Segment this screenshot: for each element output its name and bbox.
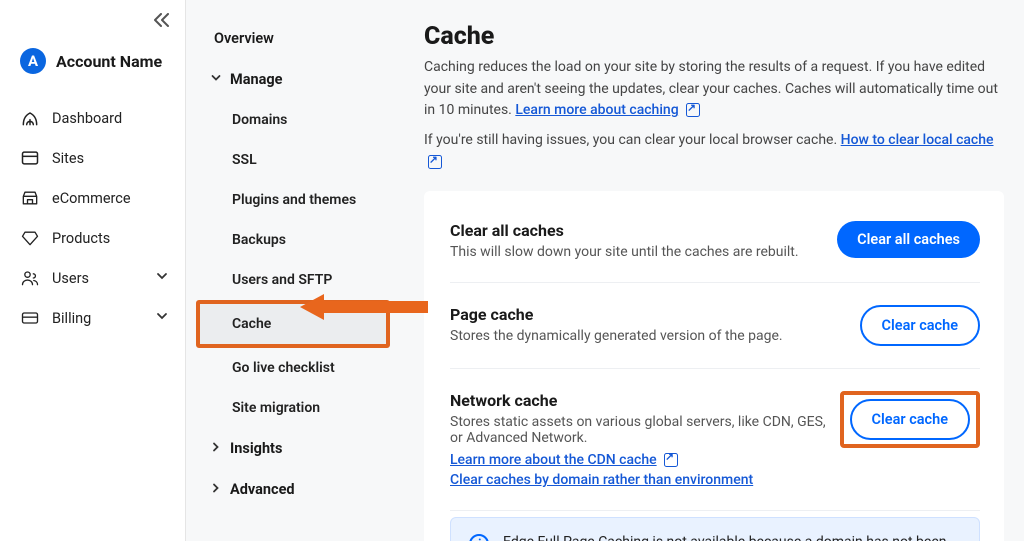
sidebar-item-products[interactable]: Products xyxy=(20,218,169,258)
external-link-icon xyxy=(686,103,700,117)
chevron-right-icon xyxy=(210,481,222,498)
sidebar-item-dashboard[interactable]: Dashboard xyxy=(20,98,169,138)
nav-label: Billing xyxy=(52,310,91,327)
clear-network-cache-button[interactable]: Clear cache xyxy=(850,399,970,440)
chevrons-left-icon xyxy=(153,13,171,27)
main-content: Cache Caching reduces the load on your s… xyxy=(396,0,1024,541)
clear-page-cache-button[interactable]: Clear cache xyxy=(860,305,980,346)
nav-label: Dashboard xyxy=(52,110,122,127)
learn-cdn-cache-link[interactable]: Learn more about the CDN cache xyxy=(450,452,657,468)
sidebar-item-sites[interactable]: Sites xyxy=(20,138,169,178)
external-link-icon xyxy=(428,155,442,169)
chevron-down-icon xyxy=(210,71,222,88)
section-title: Clear all caches xyxy=(450,221,799,240)
svg-text:A: A xyxy=(28,52,39,70)
subnav-item-users-sftp[interactable]: Users and SFTP xyxy=(196,260,390,300)
nav-label: eCommerce xyxy=(52,190,131,207)
subnav-overview[interactable]: Overview xyxy=(196,18,390,59)
section-desc: Stores the dynamically generated version… xyxy=(450,328,783,344)
section-desc: Stores static assets on various global s… xyxy=(450,414,840,446)
page-title: Cache xyxy=(424,22,1004,51)
group-label: Manage xyxy=(230,71,282,88)
group-label: Insights xyxy=(230,440,282,457)
chevron-down-icon xyxy=(155,309,169,327)
section-title: Page cache xyxy=(450,305,783,324)
billing-icon xyxy=(20,308,40,328)
collapse-sidebar-button[interactable] xyxy=(153,12,171,31)
subnav-group-advanced[interactable]: Advanced xyxy=(196,469,390,510)
sidebar-item-ecommerce[interactable]: eCommerce xyxy=(20,178,169,218)
account-name-label: Account Name xyxy=(56,52,162,71)
primary-sidebar: A Account Name Dashboard Sites eCommerce… xyxy=(0,0,186,541)
how-to-clear-local-link[interactable]: How to clear local cache xyxy=(841,132,994,148)
storefront-icon xyxy=(20,188,40,208)
subnav-item-domains[interactable]: Domains xyxy=(196,100,390,140)
section-desc: This will slow down your site until the … xyxy=(450,244,799,260)
subnav-item-cache[interactable]: Cache xyxy=(196,300,390,348)
section-page-cache: Page cache Stores the dynamically genera… xyxy=(450,283,980,369)
sidebar-item-billing[interactable]: Billing xyxy=(20,298,169,338)
section-network-cache: Network cache Stores static assets on va… xyxy=(450,369,980,511)
settings-subnav: Overview Manage Domains SSL Plugins and … xyxy=(186,0,396,541)
info-icon: i xyxy=(469,534,489,541)
cache-card: Clear all caches This will slow down you… xyxy=(424,191,1004,541)
diamond-icon xyxy=(20,228,40,248)
dashboard-icon xyxy=(20,108,40,128)
section-title: Network cache xyxy=(450,391,840,410)
subnav-item-plugins[interactable]: Plugins and themes xyxy=(196,180,390,220)
group-label: Advanced xyxy=(230,481,295,498)
subnav-group-manage[interactable]: Manage xyxy=(196,59,390,100)
annotation-highlight-box: Clear cache xyxy=(840,391,980,448)
subnav-item-ssl[interactable]: SSL xyxy=(196,140,390,180)
intro-paragraph-2: If you're still having issues, you can c… xyxy=(424,130,1004,173)
chevron-right-icon xyxy=(210,440,222,457)
account-avatar-icon: A xyxy=(20,48,46,74)
external-link-icon xyxy=(664,453,678,467)
nav-label: Users xyxy=(52,270,89,287)
info-banner: i Edge Full Page Caching is not availabl… xyxy=(450,517,980,541)
sites-icon xyxy=(20,148,40,168)
intro-paragraph-1: Caching reduces the load on your site by… xyxy=(424,57,1004,122)
chevron-down-icon xyxy=(155,269,169,287)
clear-by-domain-link[interactable]: Clear caches by domain rather than envir… xyxy=(450,472,753,488)
section-clear-all: Clear all caches This will slow down you… xyxy=(450,213,980,283)
sidebar-item-users[interactable]: Users xyxy=(20,258,169,298)
clear-all-caches-button[interactable]: Clear all caches xyxy=(837,221,980,258)
account-header[interactable]: A Account Name xyxy=(20,48,169,74)
users-icon xyxy=(20,268,40,288)
nav-label: Products xyxy=(52,230,110,247)
subnav-item-golive[interactable]: Go live checklist xyxy=(196,348,390,388)
nav-label: Sites xyxy=(52,150,84,167)
banner-text: Edge Full Page Caching is not available … xyxy=(503,534,961,541)
learn-more-caching-link[interactable]: Learn more about caching xyxy=(515,102,678,118)
subnav-item-backups[interactable]: Backups xyxy=(196,220,390,260)
subnav-item-migration[interactable]: Site migration xyxy=(196,388,390,428)
subnav-group-insights[interactable]: Insights xyxy=(196,428,390,469)
